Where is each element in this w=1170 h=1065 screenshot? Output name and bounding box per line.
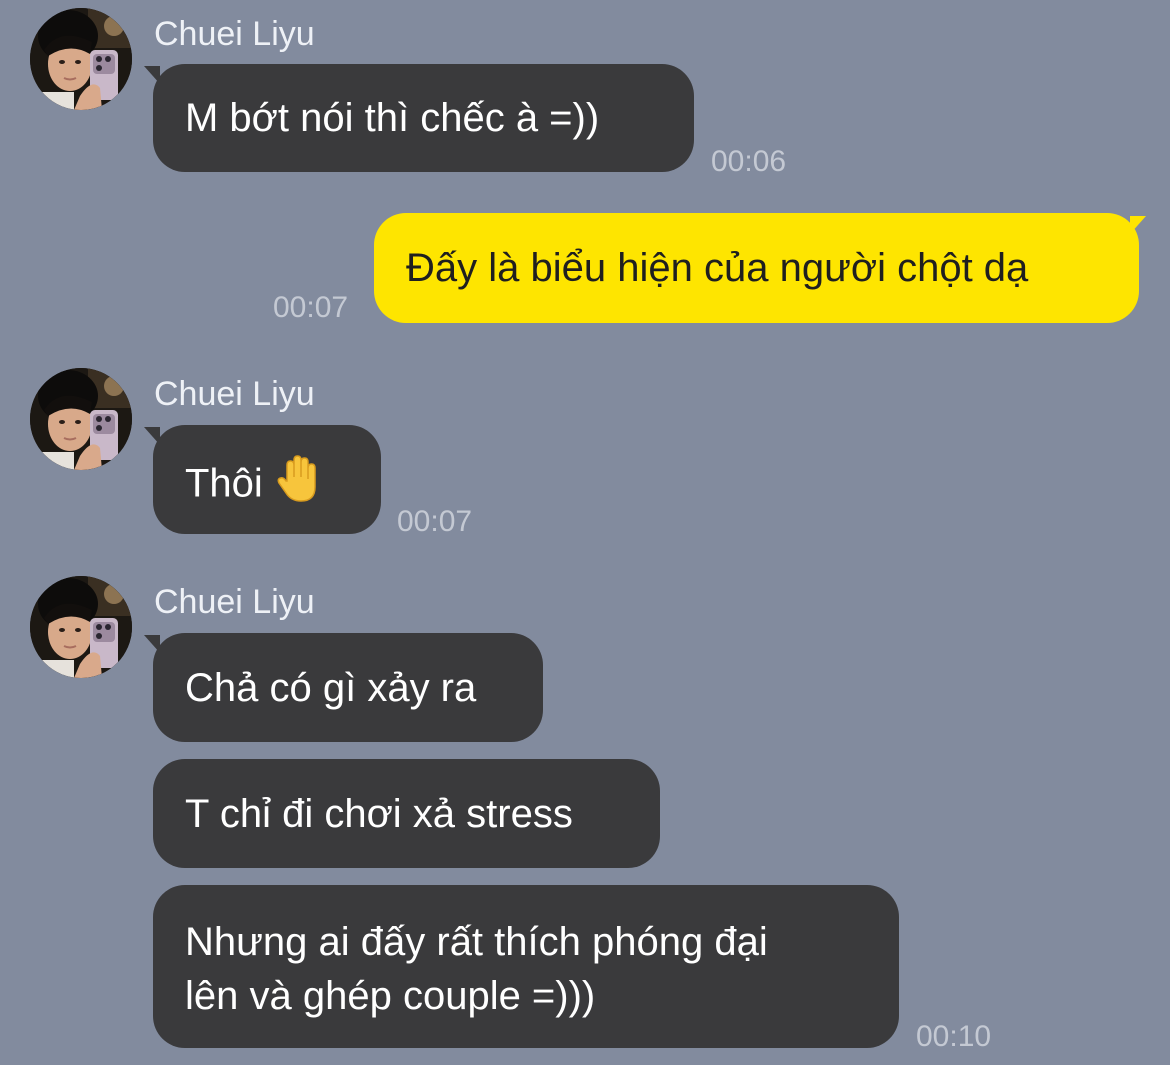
sender-name: Chuei Liyu	[154, 375, 315, 413]
message-text: Đấy là biểu hiện của người chột dạ	[406, 246, 1029, 290]
sender-name: Chuei Liyu	[154, 583, 315, 621]
raised-hand-icon	[273, 453, 325, 519]
sender-name: Chuei Liyu	[154, 15, 315, 53]
message-bubble-incoming[interactable]: Nhưng ai đấy rất thích phóng đại lên và …	[153, 885, 899, 1048]
message-bubble-incoming[interactable]: T chỉ đi chơi xả stress	[153, 759, 660, 868]
message-timestamp: 00:06	[711, 145, 787, 178]
message-bubble-incoming[interactable]: M bớt nói thì chếc à =))	[153, 64, 694, 172]
message-timestamp: 00:07	[273, 291, 349, 324]
message-bubble-incoming[interactable]: Thôi	[153, 425, 381, 534]
message-text: Chả có gì xảy ra	[185, 666, 477, 710]
message-bubble-outgoing[interactable]: Đấy là biểu hiện của người chột dạ	[374, 213, 1139, 323]
message-text-line: Nhưng ai đấy rất thích phóng đại	[185, 920, 768, 964]
message-bubble-incoming[interactable]: Chả có gì xảy ra	[153, 633, 543, 742]
message-timestamp: 00:07	[397, 505, 473, 538]
contact-avatar[interactable]	[30, 8, 132, 110]
bubble-tail	[1130, 216, 1146, 234]
message-timestamp: 00:10	[916, 1020, 992, 1053]
message-text: T chỉ đi chơi xả stress	[185, 792, 573, 836]
message-text: Thôi	[185, 461, 263, 506]
message-text-line: lên và ghép couple =)))	[185, 974, 596, 1018]
message-text: M bớt nói thì chếc à =))	[185, 96, 600, 140]
contact-avatar[interactable]	[30, 368, 132, 470]
contact-avatar[interactable]	[30, 576, 132, 678]
